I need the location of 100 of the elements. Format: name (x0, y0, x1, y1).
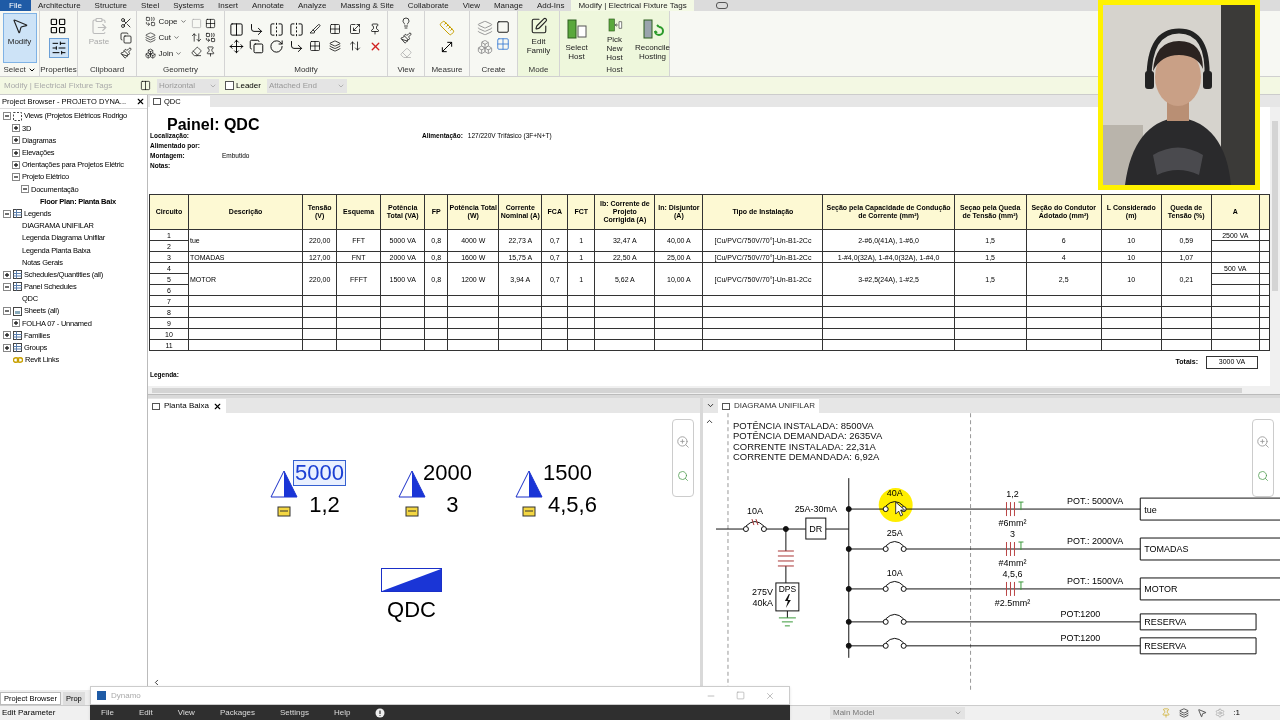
offset-icon[interactable] (248, 21, 264, 37)
scroll-up-icon[interactable] (705, 417, 714, 426)
info-icon[interactable] (375, 707, 386, 718)
power-value[interactable]: 2000 (421, 460, 474, 486)
scale-icon[interactable] (348, 23, 361, 35)
menu-item[interactable]: View (177, 706, 195, 719)
layers-icon[interactable] (328, 40, 341, 52)
collapse-icon[interactable] (21, 185, 29, 194)
expand-icon[interactable] (3, 331, 11, 340)
reconcile-hosting-button[interactable]: Reconcile Hosting (635, 12, 670, 63)
layers-icon[interactable] (1179, 708, 1190, 718)
ribbon-tab[interactable]: Systems (166, 0, 211, 11)
quick-access-icon[interactable] (715, 2, 728, 9)
array-icon[interactable] (308, 40, 321, 52)
edit-icon[interactable] (529, 16, 548, 35)
collapse-icon[interactable] (12, 173, 20, 182)
scrollbar-thumb[interactable] (1272, 121, 1278, 291)
arrows-icon[interactable] (190, 32, 202, 43)
arrows-icon[interactable] (348, 40, 361, 52)
ribbon-tab[interactable]: Analyze (291, 0, 334, 11)
move-icon[interactable] (228, 38, 244, 54)
close-icon[interactable] (212, 401, 222, 411)
edit-family-button[interactable]: Edit Family (520, 12, 557, 63)
combine-icon[interactable] (145, 16, 157, 27)
close-icon[interactable] (136, 97, 145, 106)
copy-icon[interactable] (248, 38, 264, 54)
eraser-icon[interactable] (190, 46, 202, 57)
diagonal-arrow-icon[interactable] (439, 39, 455, 55)
view-tab[interactable]: DIAGRAMA UNIFILAR (718, 399, 819, 413)
menu-item[interactable]: Help (333, 706, 351, 719)
power-value[interactable]: 5000 (293, 460, 346, 486)
properties-icon[interactable] (48, 38, 69, 58)
collapse-icon[interactable] (3, 112, 11, 121)
pointer-icon[interactable] (10, 16, 29, 35)
ribbon-tab[interactable]: Steel (134, 0, 167, 11)
app-icon (97, 691, 106, 700)
rotate-icon[interactable] (268, 38, 284, 54)
view-tab[interactable]: Planta Baixa (148, 399, 226, 413)
pick-new-host-button[interactable]: Pick New Host (597, 12, 632, 63)
dropdown-icon[interactable] (706, 401, 715, 410)
cope-button[interactable]: Cope (145, 15, 187, 28)
scrollbar-thumb[interactable] (152, 387, 1242, 393)
expand-icon[interactable] (3, 270, 11, 279)
ribbon-tab[interactable]: Architecture (30, 0, 88, 11)
brush-icon[interactable] (120, 46, 132, 59)
ribbon-tab[interactable]: Annotate (244, 0, 291, 11)
expand-icon[interactable] (12, 160, 20, 169)
align-icon[interactable] (228, 21, 244, 37)
power-value[interactable]: 1500 (541, 460, 594, 486)
menu-item[interactable]: Packages (219, 706, 256, 719)
type-properties-icon[interactable] (48, 17, 67, 35)
ribbon-tab[interactable]: File (0, 0, 31, 11)
orientation-icon[interactable] (140, 80, 151, 91)
panel-symbol[interactable] (381, 568, 442, 592)
join-button[interactable]: Join (145, 47, 187, 60)
pin-icon[interactable] (204, 46, 216, 57)
scroll-left-icon[interactable] (152, 678, 161, 687)
bulb-icon[interactable] (400, 16, 412, 29)
model-dropdown[interactable]: Main Model (830, 707, 965, 719)
collapse-icon[interactable] (3, 209, 11, 218)
mirror-icon[interactable] (268, 21, 284, 37)
ribbon-tab[interactable]: Insert (210, 0, 245, 11)
ribbon-tab[interactable]: Modify | Electrical Fixture Tags (571, 0, 694, 11)
ribbon-tab[interactable]: Structure (87, 0, 135, 11)
grid-icon[interactable] (328, 23, 341, 35)
collapse-icon[interactable] (3, 282, 11, 291)
select-host-button[interactable]: Select Host (559, 12, 594, 63)
brush-icon[interactable] (400, 31, 412, 44)
grid-icon[interactable] (204, 18, 216, 29)
expand-icon[interactable] (12, 319, 20, 328)
expand-icon[interactable] (12, 124, 20, 133)
collapse-icon[interactable] (3, 307, 11, 316)
blocks-icon[interactable] (145, 48, 157, 59)
leader-checkbox[interactable] (225, 81, 234, 90)
copy-icon[interactable] (120, 31, 132, 44)
pointer-icon[interactable] (1197, 708, 1208, 718)
ribbon-tab[interactable]: Massing & Site (333, 0, 401, 11)
ribbon-tab[interactable]: View (455, 0, 487, 11)
fixture-tag-symbol[interactable] (398, 470, 426, 520)
modify-button[interactable]: Modify (2, 12, 37, 63)
square-icon[interactable] (496, 20, 510, 34)
expand-icon[interactable] (12, 136, 20, 145)
cut-button[interactable]: Cut (145, 31, 187, 44)
cut-icon[interactable] (120, 16, 132, 29)
pin-icon[interactable] (368, 23, 381, 35)
ribbon-tab[interactable]: Add-Ins (529, 0, 572, 11)
menu-item[interactable]: Edit (138, 706, 153, 719)
fixture-tag-symbol[interactable] (515, 470, 543, 520)
expand-icon[interactable] (3, 343, 11, 352)
trim-icon[interactable] (288, 38, 304, 54)
expand-icon[interactable] (12, 148, 20, 157)
menu-item[interactable]: Settings (280, 706, 309, 719)
ribbon-tab[interactable]: Collaborate (400, 0, 456, 11)
layers-icon[interactable] (145, 32, 157, 43)
split-icon[interactable] (308, 23, 321, 35)
combine-icon[interactable] (204, 32, 216, 43)
menu-item[interactable]: File (101, 706, 114, 719)
ribbon-tab[interactable]: Manage (486, 0, 530, 11)
caret-icon[interactable] (27, 66, 36, 74)
mirror-icon[interactable] (288, 21, 304, 37)
